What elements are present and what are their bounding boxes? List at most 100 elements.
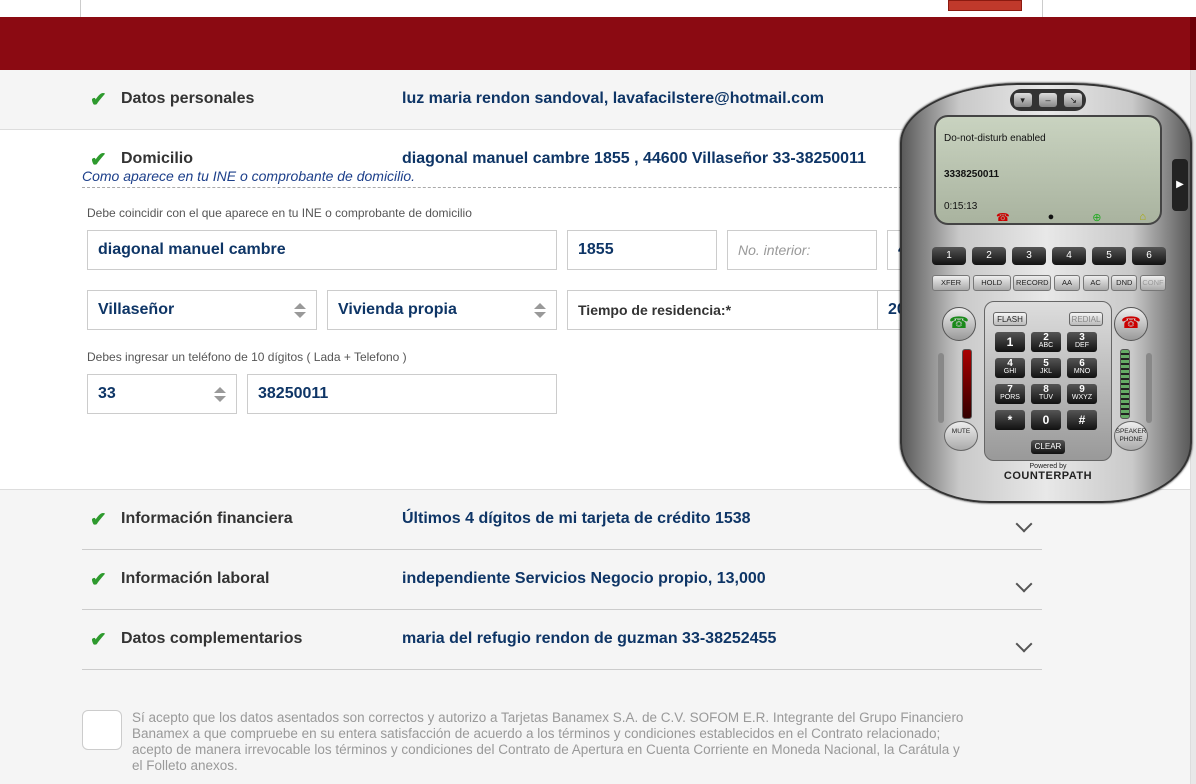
key-letters: GHI xyxy=(1003,368,1017,375)
answer-call-button[interactable]: ☎ xyxy=(942,307,976,341)
contact-icon: ● xyxy=(1047,211,1055,223)
phone-input[interactable]: 38250011 xyxy=(247,374,557,414)
chevron-down-icon[interactable] xyxy=(1015,635,1033,653)
key-0[interactable]: 0 xyxy=(1031,410,1061,430)
key-8[interactable]: 8 TUV xyxy=(1031,384,1061,404)
minimize-icon[interactable]: – xyxy=(1038,93,1057,107)
section-labor[interactable]: ✔ Información laboral independiente Serv… xyxy=(82,550,1042,610)
lada-select[interactable]: 33 xyxy=(87,374,237,414)
address-helper-text: Debe coincidir con el que aparece en tu … xyxy=(87,206,472,220)
dashed-divider xyxy=(82,187,932,188)
key-hash[interactable]: # xyxy=(1067,410,1097,430)
mic-level-meter xyxy=(962,349,972,419)
credit-card-image xyxy=(948,0,1022,11)
key-5[interactable]: 5 JKL xyxy=(1031,358,1061,378)
dialed-number: 3338250011 xyxy=(944,169,1000,180)
phone-helper-text: Debes ingresar un teléfono de 10 dígitos… xyxy=(87,350,407,364)
header-band-edge xyxy=(1190,17,1196,70)
section-summary: independiente Servicios Negocio propio, … xyxy=(402,570,766,587)
chevron-down-icon[interactable] xyxy=(1015,515,1033,533)
line-button[interactable]: 1 xyxy=(932,247,966,265)
hold-button[interactable]: HOLD xyxy=(972,275,1011,291)
exterior-number-input[interactable]: 1855 xyxy=(567,230,717,270)
expand-arrow-icon[interactable]: ▶ xyxy=(1172,159,1188,211)
lcd-display: Do-not-disturb enabled 3338250011 0:15:1… xyxy=(934,115,1162,225)
key-letters: TUV xyxy=(1039,394,1053,401)
key-letters: MNO xyxy=(1073,368,1091,375)
key-6[interactable]: 6 MNO xyxy=(1067,358,1097,378)
key-1[interactable]: 1 xyxy=(995,332,1025,352)
record-button[interactable]: RECORD xyxy=(1013,275,1052,291)
key-digit: * xyxy=(1007,413,1013,427)
section-summary: Últimos 4 dígitos de mi tarjeta de crédi… xyxy=(402,510,751,527)
section-summary: diagonal manuel cambre 1855 , 44600 Vill… xyxy=(402,150,866,167)
line-button[interactable]: 2 xyxy=(972,247,1006,265)
key-letters: WXYZ xyxy=(1071,394,1093,401)
check-icon: ✔ xyxy=(90,89,107,111)
check-icon: ✔ xyxy=(90,569,107,591)
section-title: Datos complementarios xyxy=(121,630,303,647)
line-button[interactable]: 4 xyxy=(1052,247,1086,265)
housing-type-select[interactable]: Vivienda propia xyxy=(327,290,557,330)
key-9[interactable]: 9 WXYZ xyxy=(1067,384,1097,404)
key-3[interactable]: 3 DEF xyxy=(1067,332,1097,352)
auto-conference-button[interactable]: AC xyxy=(1082,275,1109,291)
hang-up-button[interactable]: ☎ xyxy=(1114,307,1148,341)
softphone-window[interactable]: ▾ – ↘ Do-not-disturb enabled 3338250011 … xyxy=(900,83,1192,503)
key-7[interactable]: 7 PORS xyxy=(995,384,1025,404)
phone-icon: ☎ xyxy=(996,212,1010,224)
speakerphone-button[interactable]: SPEAKER PHONE xyxy=(1114,421,1148,451)
consent-checkbox[interactable] xyxy=(82,710,122,750)
powered-by-text: Powered by xyxy=(1029,463,1067,470)
mute-button[interactable]: MUTE xyxy=(944,421,978,451)
key-star[interactable]: * xyxy=(995,410,1025,430)
key-letters: PORS xyxy=(1000,394,1020,401)
speaker-level-meter xyxy=(1120,349,1130,419)
section-summary: luz maria rendon sandoval, lavafacilster… xyxy=(402,90,824,107)
xfer-button[interactable]: XFER xyxy=(932,275,970,291)
auto-answer-button[interactable]: AA xyxy=(1053,275,1080,291)
call-timer: 0:15:13 xyxy=(944,201,978,212)
redial-button[interactable]: REDIAL xyxy=(1069,312,1103,326)
speaker-slider[interactable] xyxy=(1146,353,1152,423)
key-letters: JKL xyxy=(1039,368,1053,375)
chevron-down-icon[interactable] xyxy=(1015,575,1033,593)
key-2[interactable]: 2 ABC xyxy=(1031,332,1061,352)
close-icon[interactable]: ↘ xyxy=(1064,93,1083,107)
section-title: Información financiera xyxy=(121,510,293,527)
street-input[interactable]: diagonal manuel cambre xyxy=(87,230,557,270)
line-buttons: 1 2 3 4 5 6 xyxy=(932,247,1166,265)
colonia-select[interactable]: Villaseñor xyxy=(87,290,317,330)
top-strip xyxy=(0,0,1196,18)
lock-icon: ⌂ xyxy=(1139,211,1146,223)
section-summary: maria del refugio rendon de guzman 33-38… xyxy=(402,630,777,647)
line-button[interactable]: 3 xyxy=(1012,247,1046,265)
section-financial[interactable]: ✔ Información financiera Últimos 4 dígit… xyxy=(82,490,1042,550)
header-band xyxy=(0,17,1196,70)
colonia-value: Villaseñor xyxy=(98,301,175,318)
brand-name: COUNTERPATH xyxy=(1003,470,1093,482)
key-4[interactable]: 4 GHI xyxy=(995,358,1025,378)
brand-logo: Powered by COUNTERPATH xyxy=(1002,463,1094,482)
divider xyxy=(1042,0,1043,18)
add-contact-icon: ⊕ xyxy=(1092,212,1102,224)
feature-buttons: XFER HOLD RECORD AA AC DND CONF xyxy=(932,275,1166,291)
flash-button[interactable]: FLASH xyxy=(993,312,1027,326)
key-letters: ABC xyxy=(1038,342,1054,349)
section-title: Datos personales xyxy=(121,90,255,107)
divider xyxy=(80,0,81,18)
dnd-button[interactable]: DND xyxy=(1111,275,1138,291)
clear-button[interactable]: CLEAR xyxy=(1031,440,1065,454)
line-button[interactable]: 6 xyxy=(1132,247,1166,265)
section-title: Información laboral xyxy=(121,570,270,587)
key-letters: DEF xyxy=(1075,342,1089,349)
conference-button[interactable]: CONF xyxy=(1139,275,1166,291)
mic-slider[interactable] xyxy=(938,353,944,423)
interior-number-input[interactable]: No. interior: xyxy=(727,230,877,270)
line-button[interactable]: 5 xyxy=(1092,247,1126,265)
key-digit: 1 xyxy=(1006,335,1014,349)
housing-type-value: Vivienda propia xyxy=(338,301,457,318)
section-complementary[interactable]: ✔ Datos complementarios maria del refugi… xyxy=(82,610,1042,670)
key-digit: 0 xyxy=(1042,413,1050,427)
menu-icon[interactable]: ▾ xyxy=(1013,93,1032,107)
